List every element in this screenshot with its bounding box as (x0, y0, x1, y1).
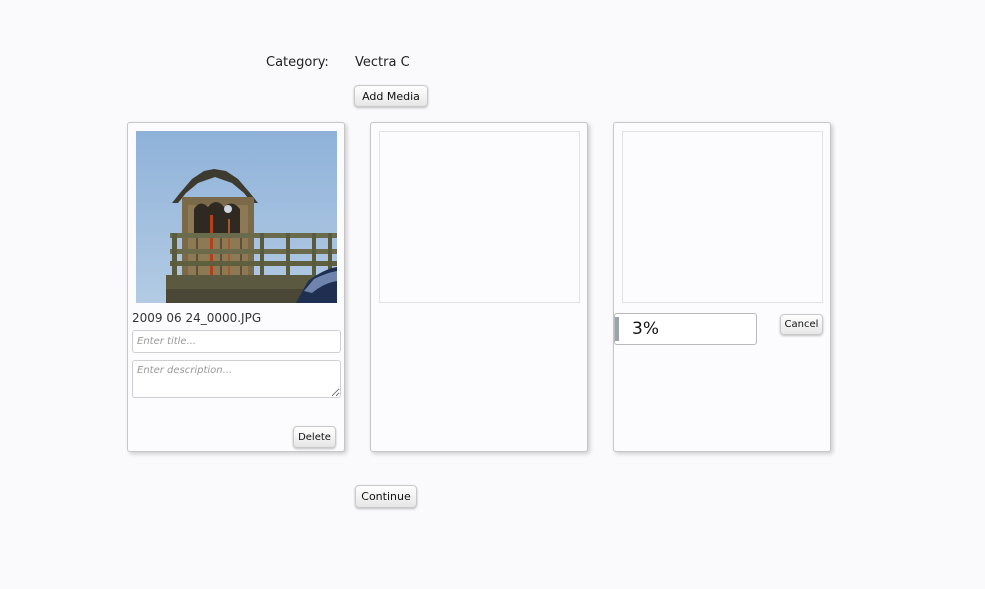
continue-button[interactable]: Continue (355, 485, 417, 508)
uploaded-filename: 2009 06 24_0000.JPG (132, 311, 262, 325)
cancel-upload-button[interactable]: Cancel (780, 314, 823, 335)
category-value: Vectra C (355, 55, 410, 70)
delete-button[interactable]: Delete (293, 426, 336, 448)
description-input[interactable] (132, 360, 341, 398)
upload-progress-text: 3% (632, 319, 659, 339)
add-media-button[interactable]: Add Media (354, 85, 428, 107)
title-input[interactable] (132, 330, 341, 353)
upload-card-in-progress: 3% Cancel (613, 122, 831, 452)
upload-card-empty (370, 122, 588, 452)
uploaded-photo-thumbnail (136, 131, 337, 303)
upload-progress-fill (615, 317, 619, 341)
category-label: Category: (266, 55, 329, 70)
empty-thumbnail-frame (379, 131, 580, 303)
upload-card-completed: 2009 06 24_0000.JPG Delete (127, 122, 345, 452)
upload-progress-bar: 3% (614, 313, 757, 345)
media-upload-page: Category: Vectra C Add Media 2009 06 24_… (0, 0, 985, 589)
pending-thumbnail-frame (622, 131, 823, 303)
